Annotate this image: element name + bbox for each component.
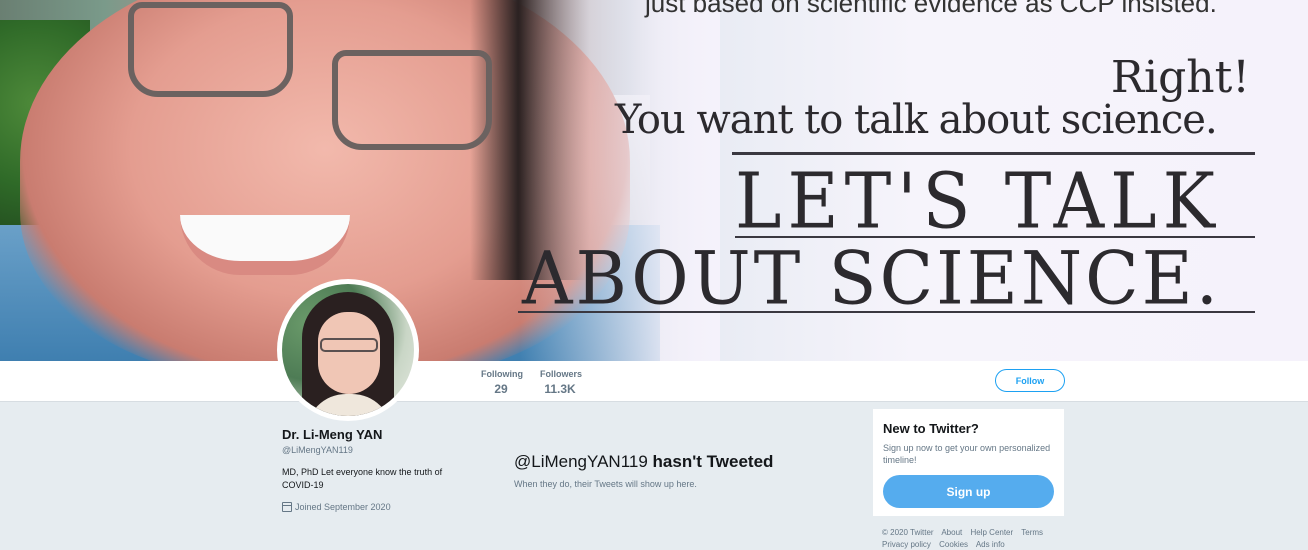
profile-handle[interactable]: @LiMengYAN119: [282, 445, 482, 455]
banner-text-right: Right!: [1110, 52, 1250, 103]
signup-button[interactable]: Sign up: [883, 475, 1054, 508]
following-label: Following: [481, 369, 523, 379]
joined-text: Joined September 2020: [295, 502, 391, 512]
banner-text-about-science: ABOUT SCIENCE.: [522, 235, 1222, 322]
signup-description: Sign up now to get your own personalized…: [883, 443, 1051, 465]
calendar-icon: [282, 502, 292, 512]
banner-glasses-left: [128, 2, 293, 97]
followers-label: Followers: [540, 369, 583, 379]
footer-links: © 2020 Twitter About Help Center Terms P…: [882, 527, 1082, 550]
footer-link-help-center[interactable]: Help Center: [970, 528, 1013, 537]
follow-button[interactable]: Follow: [995, 369, 1065, 392]
empty-timeline-suffix: hasn't Tweeted: [652, 452, 774, 471]
profile-bio: MD, PhD Let everyone know the truth of C…: [282, 467, 443, 490]
banner-rule: [518, 311, 1255, 313]
footer-link-about[interactable]: About: [941, 528, 962, 537]
footer-link-privacy[interactable]: Privacy policy: [882, 540, 931, 549]
banner-text-lets-talk: LET'S TALK: [735, 156, 1221, 247]
profile-nav-bar: Following 29 Followers 11.3K Follow: [0, 361, 1308, 402]
footer-link-cookies[interactable]: Cookies: [939, 540, 968, 549]
empty-timeline-handle: @LiMengYAN119: [514, 452, 648, 471]
empty-timeline-subtext: When they do, their Tweets will show up …: [514, 479, 697, 489]
signup-title: New to Twitter?: [883, 421, 979, 436]
avatar[interactable]: [277, 279, 419, 421]
banner-text-top: just based on scientific evidence as CCP…: [645, 0, 1217, 18]
profile-header-banner: just based on scientific evidence as CCP…: [0, 0, 1308, 361]
profile-card: Dr. Li-Meng YAN @LiMengYAN119 MD, PhD Le…: [282, 427, 482, 512]
following-stat[interactable]: Following 29: [481, 369, 523, 396]
joined-date: Joined September 2020: [282, 502, 482, 512]
empty-timeline: @LiMengYAN119 hasn't Tweeted When they d…: [514, 452, 854, 489]
followers-stat[interactable]: Followers 11.3K: [540, 369, 583, 396]
following-count: 29: [494, 382, 508, 396]
banner-text-talk: You want to talk about science.: [615, 97, 1218, 143]
avatar-image: [282, 284, 414, 416]
signup-module: New to Twitter? Sign up now to get your …: [873, 409, 1064, 516]
avatar-glasses: [320, 338, 378, 352]
profile-name[interactable]: Dr. Li-Meng YAN: [282, 427, 482, 442]
footer-link-ads-info[interactable]: Ads info: [976, 540, 1005, 549]
footer-link-terms[interactable]: Terms: [1021, 528, 1043, 537]
banner-glasses-right: [332, 50, 492, 150]
banner-rule: [732, 152, 1255, 155]
empty-timeline-heading: @LiMengYAN119 hasn't Tweeted: [514, 452, 854, 472]
followers-count: 11.3K: [544, 382, 576, 396]
footer-copyright: © 2020 Twitter: [882, 528, 934, 537]
avatar-face: [318, 312, 380, 394]
